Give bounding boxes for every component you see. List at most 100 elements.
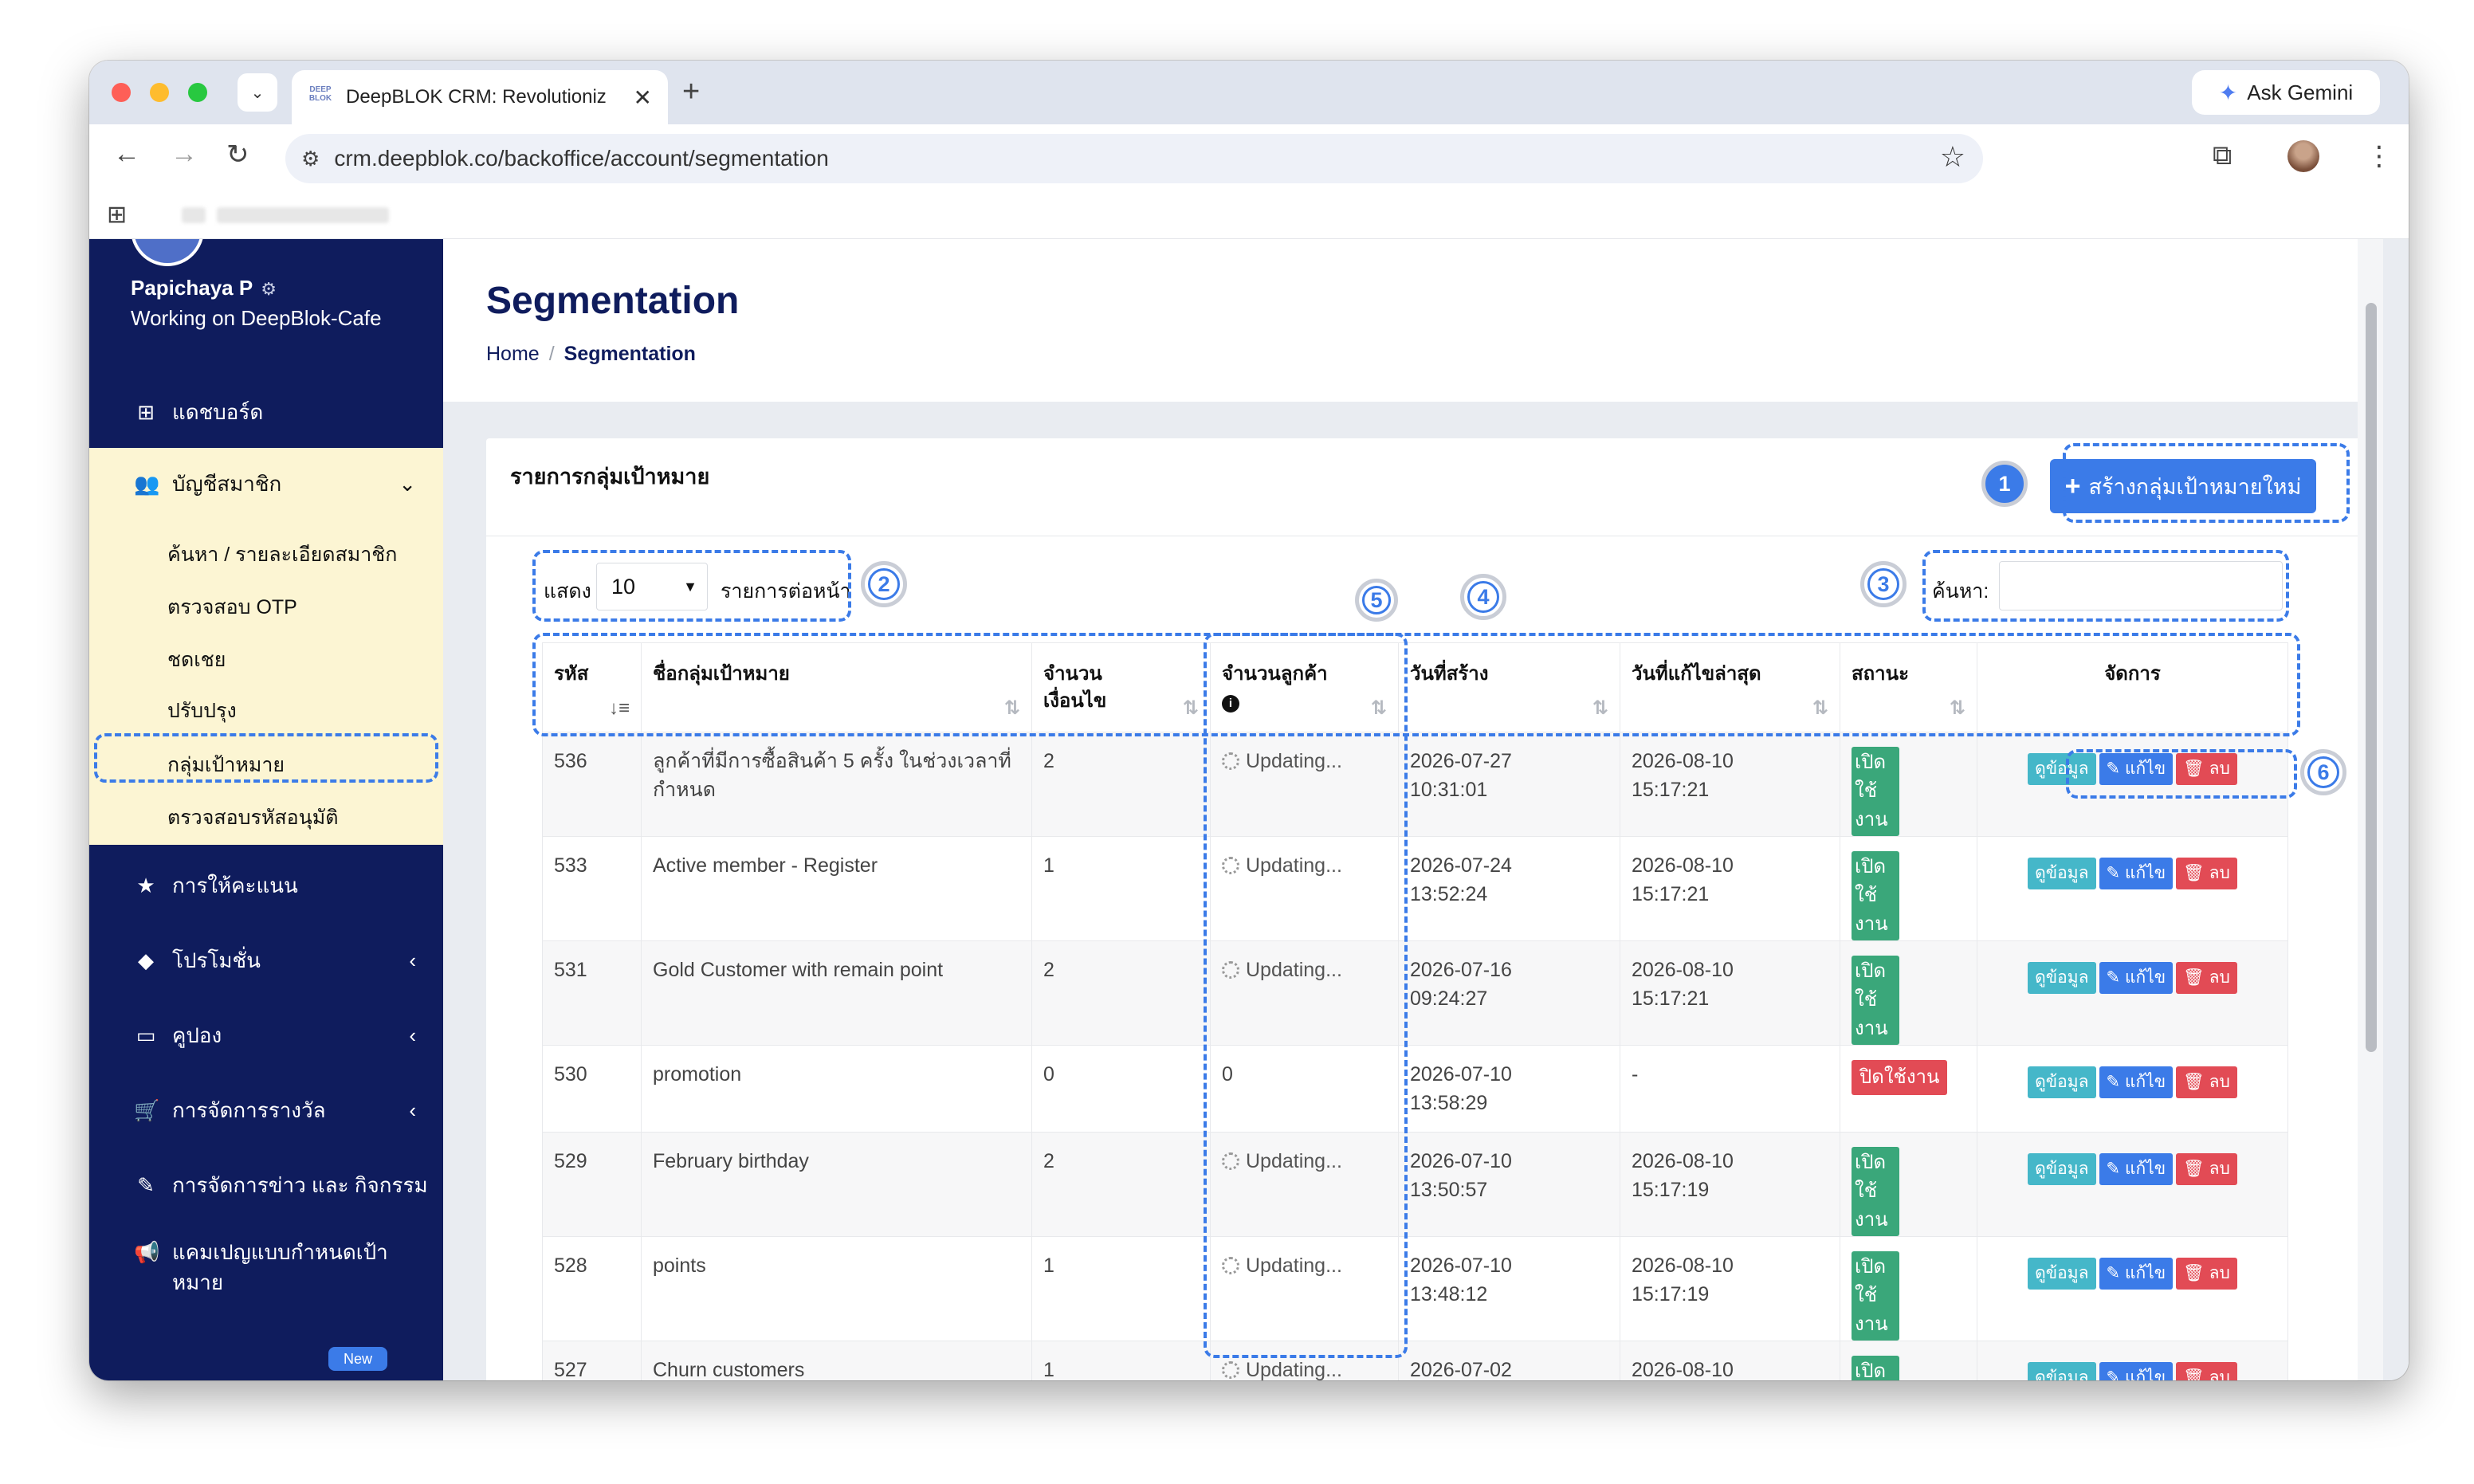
tab-search-button[interactable]: ⌄ <box>238 73 277 112</box>
status-badge-active[interactable]: เปิดใช้งาน <box>1852 747 1899 836</box>
sidebar-subitem-approval-code[interactable]: ตรวจสอบรหัสอนุมัติ <box>167 802 338 834</box>
column-header-label: จัดการ <box>2104 663 2161 685</box>
spinner-icon <box>1222 961 1239 979</box>
sidebar-item-rewards[interactable]: 🛒 การจัดการรางวัล ‹ <box>89 1074 443 1146</box>
menu-kebab-icon[interactable]: ⋮ <box>2366 140 2393 172</box>
info-icon[interactable]: i <box>1222 695 1239 713</box>
updated-time: 15:17:21 <box>1632 987 1710 1010</box>
created-time: 13:58:29 <box>1410 1092 1488 1114</box>
created-time: 13:48:12 <box>1410 1283 1488 1305</box>
edit-label: แก้ไข <box>2124 864 2166 882</box>
delete-button[interactable]: 🗑 ลบ <box>2176 1066 2237 1098</box>
back-icon[interactable]: ← <box>113 139 140 170</box>
scrollbar-thumb[interactable] <box>2366 303 2377 1052</box>
page-size-select[interactable]: 10 ▼ <box>596 563 708 610</box>
sort-icon[interactable]: ⇅ <box>1812 695 1828 722</box>
column-header-id[interactable]: รหัส ↓≡ <box>542 642 642 732</box>
sort-icon[interactable]: ⇅ <box>1371 695 1387 722</box>
sort-icon[interactable]: ⇅ <box>1004 695 1020 722</box>
sidebar-item-promotion[interactable]: ◆ โปรโมชั่น ‹ <box>89 925 443 996</box>
sidebar-subitem-otp[interactable]: ตรวจสอบ OTP <box>167 591 297 623</box>
sort-icon[interactable]: ⇅ <box>1950 695 1965 722</box>
edit-button[interactable]: ✎ แก้ไข <box>2099 1153 2174 1185</box>
status-badge-active[interactable]: เปิดใช้งาน <box>1852 1251 1899 1341</box>
sidebar-item-dashboard[interactable]: ⊞ แดชบอร์ด <box>89 376 443 448</box>
profile-avatar[interactable] <box>2287 140 2319 172</box>
delete-button[interactable]: 🗑 ลบ <box>2176 1362 2237 1380</box>
view-button[interactable]: ดูข้อมูล <box>2028 753 2096 785</box>
delete-button[interactable]: 🗑 ลบ <box>2176 1258 2237 1290</box>
sidebar-item-points[interactable]: ★ การให้คะแนน <box>89 850 443 921</box>
breadcrumb-home[interactable]: Home <box>486 343 540 365</box>
bookmark-star-icon[interactable]: ☆ <box>1940 140 1965 174</box>
column-header-updated[interactable]: วันที่แก้ไขล่าสุด ⇅ <box>1620 642 1840 732</box>
forward-icon[interactable]: → <box>171 139 198 170</box>
view-button[interactable]: ดูข้อมูล <box>2028 1258 2096 1290</box>
sort-icon[interactable]: ⇅ <box>1592 695 1608 722</box>
delete-button[interactable]: 🗑 ลบ <box>2176 858 2237 889</box>
main-content: Segmentation Home / Segmentation รายการกลุ… <box>443 239 2383 1380</box>
status-text: งาน <box>1855 1209 1888 1231</box>
edit-button[interactable]: ✎ แก้ไข <box>2099 858 2174 889</box>
sort-desc-icon[interactable]: ↓≡ <box>609 695 630 722</box>
edit-button[interactable]: ✎ แก้ไข <box>2099 1066 2174 1098</box>
maximize-window-button[interactable] <box>188 83 207 102</box>
apps-grid-icon[interactable]: ⊞ <box>107 201 127 229</box>
view-button[interactable]: ดูข้อมูล <box>2028 1153 2096 1185</box>
cart-icon: 🛒 <box>134 1097 160 1122</box>
sidebar-subitem-member-search[interactable]: ค้นหา / รายละเอียดสมาชิก <box>167 539 397 571</box>
sidebar-item-campaign[interactable]: 📢 แคมเปญแบบกำหนดเป้าหมาย <box>89 1226 443 1313</box>
column-header-customers[interactable]: จำนวนลูกค้า i ⇅ <box>1210 642 1399 732</box>
status-badge-active[interactable]: เปิดใช้งาน <box>1852 956 1899 1045</box>
user-avatar[interactable] <box>131 239 204 266</box>
sidebar-item-news[interactable]: ✎ การจัดการข่าว และ กิจกรรม <box>89 1149 443 1221</box>
sidebar-subitem-compensate[interactable]: ชดเชย <box>167 644 226 676</box>
delete-button[interactable]: 🗑 ลบ <box>2176 962 2237 994</box>
view-button[interactable]: ดูข้อมูล <box>2028 1066 2096 1098</box>
edit-button[interactable]: ✎ แก้ไข <box>2099 962 2174 994</box>
address-bar[interactable]: ⚙ crm.deepblok.co/backoffice/account/seg… <box>285 134 1983 183</box>
column-header-created[interactable]: วันที่สร้าง ⇅ <box>1398 642 1620 732</box>
sidebar-item-members[interactable]: 👥 บัญชีสมาชิก ⌄ <box>89 448 443 520</box>
status-badge-active[interactable]: เปิดใช้งาน <box>1852 1356 1899 1380</box>
new-tab-button[interactable]: + <box>682 75 700 109</box>
edit-button[interactable]: ✎ แก้ไข <box>2099 1362 2174 1380</box>
status-text: เปิดใช้ <box>1855 1152 1887 1202</box>
close-window-button[interactable] <box>112 83 131 102</box>
site-settings-icon[interactable]: ⚙ <box>301 147 320 171</box>
sort-icon[interactable]: ⇅ <box>1183 695 1199 722</box>
reload-icon[interactable]: ↻ <box>226 139 249 171</box>
create-segment-button[interactable]: + สร้างกลุ่มเป้าหมายใหม่ <box>2050 459 2316 513</box>
status-badge-active[interactable]: เปิดใช้งาน <box>1852 851 1899 940</box>
view-button[interactable]: ดูข้อมูล <box>2028 1362 2096 1380</box>
column-header-status[interactable]: สถานะ ⇅ <box>1840 642 1977 732</box>
view-button[interactable]: ดูข้อมูล <box>2028 962 2096 994</box>
status-badge-inactive[interactable]: ปิดใช้งาน <box>1852 1060 1948 1095</box>
cell-created: 2026-07-0211:15:37 <box>1398 1341 1620 1380</box>
ask-gemini-button[interactable]: ✦ Ask Gemini <box>2192 70 2380 115</box>
minimize-window-button[interactable] <box>150 83 169 102</box>
edit-button[interactable]: ✎ แก้ไข <box>2099 1258 2174 1290</box>
sidebar-subitem-adjust[interactable]: ปรับปรุง <box>167 695 237 727</box>
column-header-name[interactable]: ชื่อกลุ่มเป้าหมาย ⇅ <box>641 642 1032 732</box>
cell-conditions: 1 <box>1031 1236 1211 1341</box>
search-input[interactable] <box>1999 561 2283 610</box>
sidebar-item-coupon[interactable]: ▭ คูปอง ‹ <box>89 999 443 1071</box>
megaphone-icon: 📢 <box>134 1240 160 1264</box>
delete-button[interactable]: 🗑 ลบ <box>2176 753 2237 785</box>
view-button[interactable]: ดูข้อมูล <box>2028 858 2096 889</box>
view-label: ดูข้อมูล <box>2035 968 2089 987</box>
close-tab-icon[interactable]: ✕ <box>634 84 652 111</box>
customers-updating: Updating... <box>1222 1254 1342 1277</box>
extensions-icon[interactable]: ⧉ <box>2213 140 2232 171</box>
bookmarks-bar: ⊞ <box>89 193 2409 239</box>
active-tab[interactable]: DEEP BLOK DeepBLOK CRM: Revolutioniz ✕ <box>292 70 668 124</box>
gear-icon[interactable]: ⚙ <box>261 279 277 299</box>
edit-button[interactable]: ✎ แก้ไข <box>2099 753 2174 785</box>
page-scrollbar[interactable] <box>2358 239 2383 1380</box>
cell-conditions: 0 <box>1031 1045 1211 1133</box>
blurred-bookmark[interactable] <box>217 207 389 223</box>
column-header-conditions[interactable]: จำนวน เงื่อนไข ⇅ <box>1031 642 1211 732</box>
delete-button[interactable]: 🗑 ลบ <box>2176 1153 2237 1185</box>
status-badge-active[interactable]: เปิดใช้งาน <box>1852 1147 1899 1236</box>
